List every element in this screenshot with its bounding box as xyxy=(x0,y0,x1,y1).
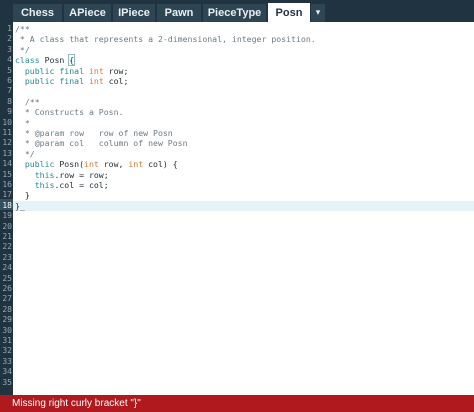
code-line: * @param col column of new Posn xyxy=(15,138,188,149)
code-line: */ xyxy=(15,44,30,55)
current-line-highlight xyxy=(13,200,474,212)
line-number: 28 xyxy=(2,304,12,314)
code-line: this.col = col; xyxy=(34,180,109,190)
line-number: 22 xyxy=(2,242,12,252)
line-number: 24 xyxy=(2,263,12,273)
tab-bar: Chess APiece IPiece Pawn PieceType Posn … xyxy=(0,0,474,22)
chevron-down-icon: ▾ xyxy=(315,8,321,18)
line-number: 20 xyxy=(2,221,12,231)
line-number: 4 xyxy=(7,55,12,65)
tab-label: Pawn xyxy=(164,7,194,19)
code-line: class Posn { xyxy=(15,54,76,67)
line-number: 30 xyxy=(2,325,12,335)
error-status-bar: Missing right curly bracket "}" xyxy=(0,395,474,412)
tab-label: Chess xyxy=(20,7,55,19)
code-editor[interactable]: 1 2 3 4 5 6 7 8 9 10 11 12 13 14 15 16 1… xyxy=(0,22,474,395)
line-number: 27 xyxy=(2,294,12,304)
line-number: 6 xyxy=(7,76,12,85)
line-number: 10 xyxy=(2,117,12,127)
line-number: 34 xyxy=(2,367,12,377)
line-number: 29 xyxy=(2,315,12,325)
line-number: 1 xyxy=(7,24,12,33)
line-number: 7 xyxy=(7,86,12,96)
tab-label: IPiece xyxy=(118,7,150,19)
tab-chess[interactable]: Chess xyxy=(13,4,62,22)
code-line: this.row = row; xyxy=(34,169,109,180)
code-line: public Posn(int row, int col) { xyxy=(24,159,178,170)
tab-pawn[interactable]: Pawn xyxy=(157,4,201,22)
code-line: * @param row row of new Posn xyxy=(15,128,173,138)
tab-label: Posn xyxy=(275,6,303,19)
code-line: /** xyxy=(15,24,30,34)
line-number: 9 xyxy=(7,107,12,117)
code-line: public final int row; xyxy=(24,65,129,76)
code-line: * A class that represents a 2-dimensiona… xyxy=(15,34,316,45)
line-number: 26 xyxy=(2,284,12,293)
line-number: 17 xyxy=(2,190,12,200)
line-number: 5 xyxy=(7,65,12,75)
line-number: 13 xyxy=(2,148,12,158)
code-line-current: }_ xyxy=(15,200,25,211)
line-number: 8 xyxy=(7,96,12,106)
tab-piecetype[interactable]: PieceType xyxy=(203,4,266,22)
line-number: 25 xyxy=(2,273,12,283)
line-number: 31 xyxy=(2,336,12,345)
line-number: 3 xyxy=(7,44,12,54)
line-number: 2 xyxy=(7,34,12,44)
tab-label: APiece xyxy=(69,7,106,19)
line-number: 21 xyxy=(2,232,12,241)
line-number: 23 xyxy=(2,252,12,262)
code-line: /** xyxy=(15,96,40,107)
tab-label: PieceType xyxy=(207,7,262,19)
line-number: 16 xyxy=(2,180,12,189)
line-number-gutter: 1 2 3 4 5 6 7 8 9 10 11 12 13 14 15 16 1… xyxy=(0,22,13,395)
line-number: 14 xyxy=(2,159,12,169)
line-number: 35 xyxy=(2,377,12,387)
code-line: * Constructs a Posn. xyxy=(15,107,124,118)
line-number-current: 18 xyxy=(2,200,12,210)
code-line: */ xyxy=(15,148,35,159)
line-number: 33 xyxy=(2,356,12,366)
code-line: } xyxy=(15,190,30,201)
line-number: 19 xyxy=(2,211,12,221)
line-number: 15 xyxy=(2,169,12,179)
tab-overflow-menu-button[interactable]: ▾ xyxy=(311,4,325,22)
tab-ipiece[interactable]: IPiece xyxy=(113,4,155,22)
tab-posn[interactable]: Posn xyxy=(268,3,310,22)
line-number: 32 xyxy=(2,346,12,356)
code-line: public final int col; xyxy=(24,76,129,86)
code-line: * xyxy=(15,117,30,128)
line-number: 11 xyxy=(2,128,12,137)
status-message: Missing right curly bracket "}" xyxy=(12,398,141,409)
line-number: 12 xyxy=(2,138,12,148)
tab-apiece[interactable]: APiece xyxy=(64,4,111,22)
